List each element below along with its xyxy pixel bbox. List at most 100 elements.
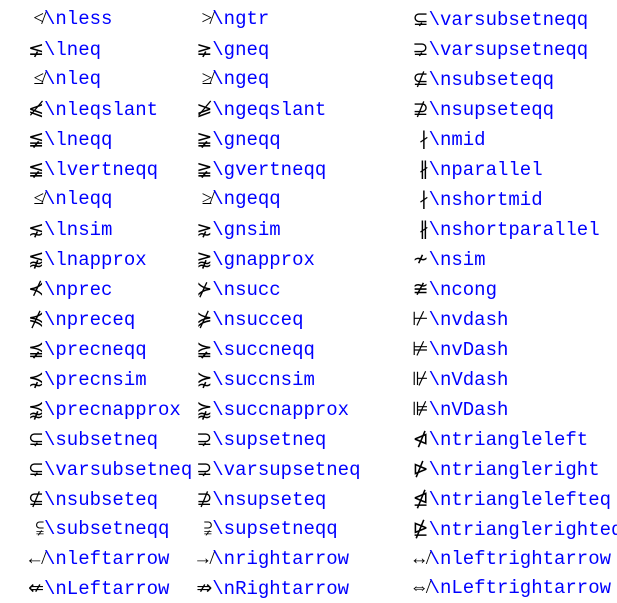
math-symbol: ≇ [371, 278, 429, 301]
symbol-cell: ⋫\ntriangleright [369, 454, 609, 484]
symbol-cell: ⋩\succnsim [176, 364, 368, 394]
math-symbol: ⫋ [10, 518, 44, 540]
symbol-cell: ≇\ncong [369, 274, 609, 304]
math-symbol: ∤ [371, 188, 429, 211]
symbol-cell: ⊋\varsupsetneq [176, 454, 368, 484]
latex-command: \nless [44, 8, 112, 30]
symbol-cell: ⊮\nVdash [369, 364, 609, 394]
table-row: ≮\nless≯\ngtr⊊\varsubsetneqq [8, 4, 609, 34]
symbol-cell: ⊊\varsubsetneqq [369, 4, 609, 34]
symbol-cell: ⋭\ntrianglerighteq [369, 514, 609, 544]
table-row: ↚\nleftarrow↛\nrightarrow↮\nleftrightarr… [8, 544, 609, 573]
math-symbol: ∤ [371, 128, 429, 151]
latex-command: \nprec [44, 279, 112, 301]
math-symbol: ⊊ [10, 458, 44, 481]
symbol-cell: ⊬\nvdash [369, 304, 609, 334]
symbol-cell: ⊁\nsucc [176, 274, 368, 304]
math-symbol: ⇎ [371, 577, 429, 599]
math-symbol: ⊋ [178, 428, 212, 451]
latex-command: \succnsim [212, 369, 315, 391]
symbol-cell: ⋧\gnsim [176, 214, 368, 244]
math-symbol: ⋠ [10, 308, 44, 331]
math-symbol: ⇍ [10, 577, 44, 600]
symbol-cell: ↚\nleftarrow [8, 544, 176, 573]
latex-command: \lneqq [44, 129, 112, 151]
latex-command: \varsupsetneqq [429, 39, 589, 61]
latex-command: \precnsim [44, 369, 147, 391]
math-symbol: ≁ [371, 248, 429, 271]
latex-command: \nsupseteqq [429, 99, 554, 121]
math-symbol: ⪉ [10, 248, 44, 271]
table-row: ⪉\lnapprox⪊\gnapprox≁\nsim [8, 244, 609, 274]
symbol-cell: ∦\nparallel [369, 154, 609, 184]
latex-command: \ntrianglerighteq [429, 519, 617, 541]
symbol-cell: ⋬\ntrianglelefteq [369, 484, 609, 514]
math-symbol: ⪶ [178, 338, 212, 361]
symbol-cell: ⫋\subsetneqq [8, 514, 176, 544]
latex-command: \nRightarrow [212, 578, 349, 600]
latex-command: \precnapprox [44, 399, 181, 421]
symbol-cell: ⊊\subsetneq [8, 424, 176, 454]
table-row: ⋨\precnsim ⋩\succnsim⊮\nVdash [8, 364, 609, 394]
latex-command: \ncong [429, 279, 497, 301]
math-symbol: ⊯ [371, 398, 429, 421]
latex-command: \varsubsetneqq [429, 9, 589, 31]
table-row: ≨\lvertneqq ≩\gvertneqq∦\nparallel [8, 154, 609, 184]
math-symbol: ⊋ [178, 458, 212, 481]
symbol-cell: ∤\nmid [369, 124, 609, 154]
latex-command: \gneqq [212, 129, 280, 151]
symbol-cell: ⇎\nLeftrightarrow [369, 573, 609, 603]
table-row: ≰\nleq≱\ngeq⊈\nsubseteqq [8, 64, 609, 94]
table-row: ⪵\precneqq⪶\succneqq⊭\nvDash [8, 334, 609, 364]
math-symbol: ⪺ [178, 398, 212, 421]
math-symbol: ⊮ [371, 368, 429, 391]
latex-command: \subsetneqq [44, 518, 169, 540]
symbol-cell: ⊋\varsupsetneqq [369, 34, 609, 64]
latex-command: \nVdash [429, 369, 509, 391]
math-symbol: ≱ [178, 188, 212, 210]
symbol-cell: ∦\nshortparallel [369, 214, 609, 244]
symbol-cell: ⋠\npreceq [8, 304, 176, 334]
table-row: ⪹\precnapprox⪺\succnapprox⊯\nVDash [8, 394, 609, 424]
symbol-cell: ⊉\nsupseteqq [369, 94, 609, 124]
table-row: ≰\nleqq≱\ngeqq∤\nshortmid [8, 184, 609, 214]
table-row: ⊊\subsetneq⊋\supsetneq⋪\ntriangleleft [8, 424, 609, 454]
latex-command: \nVDash [429, 399, 509, 421]
math-symbol: ≨ [10, 158, 44, 181]
latex-command: \precneqq [44, 339, 147, 361]
math-symbol: ⊊ [10, 428, 44, 451]
symbol-cell: ⫌\supsetneqq [176, 514, 368, 544]
table-row: ⩽̸\nleqslant⩾̸\ngeqslant⊉\nsupseteqq [8, 94, 609, 124]
symbol-cell: ⊯\nVDash [369, 394, 609, 424]
math-symbol: ⊀ [10, 278, 44, 301]
symbol-cell: ≩\gvertneqq [176, 154, 368, 184]
latex-command: \lnapprox [44, 249, 147, 271]
math-symbol: ⊉ [178, 488, 212, 511]
math-symbol: ⩽̸ [10, 98, 44, 121]
symbol-cell: ≯\ngtr [176, 4, 368, 34]
latex-command: \lneq [44, 39, 101, 61]
symbol-cell: ≨\lneqq [8, 124, 176, 154]
math-symbol: ⋫ [371, 458, 429, 481]
latex-command: \ngtr [212, 8, 269, 30]
symbol-cell: ⪉\lnapprox [8, 244, 176, 274]
latex-command: \gnapprox [212, 249, 315, 271]
symbol-table: ≮\nless≯\ngtr⊊\varsubsetneqq⪇\lneq⪈\gneq… [8, 4, 609, 603]
latex-command: \varsubsetneq [44, 459, 192, 481]
symbol-cell: ≰\nleqq [8, 184, 176, 214]
math-symbol: ⋦ [10, 218, 44, 241]
math-symbol: ↮ [371, 548, 429, 570]
latex-command: \nleqslant [44, 99, 158, 121]
math-symbol: ≰ [10, 68, 44, 90]
latex-command: \nshortmid [429, 189, 543, 211]
math-symbol: ⋪ [371, 428, 429, 451]
math-symbol: ⋡ [178, 308, 212, 331]
latex-command: \npreceq [44, 309, 135, 331]
latex-command: \lvertneqq [44, 159, 158, 181]
symbol-cell: ⊭\nvDash [369, 334, 609, 364]
math-symbol: ⋨ [10, 368, 44, 391]
math-symbol: ⋭ [371, 518, 429, 541]
latex-command: \gnsim [212, 219, 280, 241]
math-symbol: ↚ [10, 548, 44, 570]
latex-command: \nleftarrow [44, 548, 169, 570]
